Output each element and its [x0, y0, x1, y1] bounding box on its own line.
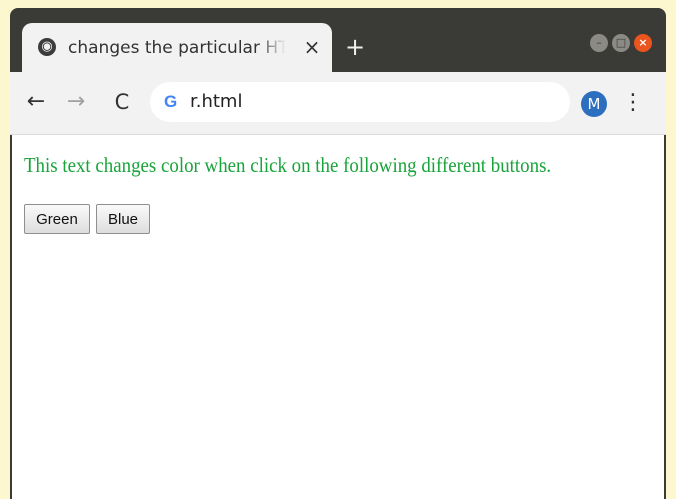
page-content: This text changes color when click on th…	[12, 135, 664, 499]
profile-avatar[interactable]: M	[581, 91, 607, 117]
browser-tab[interactable]: ◉ changes the particular HTML element co…	[22, 23, 332, 72]
google-g-icon: G	[164, 92, 178, 111]
tab-title-fade	[256, 35, 286, 61]
minimize-button[interactable]: –	[590, 34, 608, 52]
back-button[interactable]: ←	[22, 88, 50, 116]
new-tab-button[interactable]: +	[341, 33, 369, 61]
tab-title: changes the particular HTML element colo…	[68, 38, 286, 58]
url-text[interactable]: r.html	[190, 90, 242, 114]
browser-toolbar: ← → C G r.html M ⋮	[10, 72, 666, 134]
menu-icon[interactable]: ⋮	[622, 88, 644, 118]
tab-strip: ◉ changes the particular HTML element co…	[10, 8, 666, 72]
globe-icon: ◉	[38, 38, 56, 56]
address-bar[interactable]: G r.html	[150, 82, 570, 122]
green-button[interactable]: Green	[24, 204, 90, 234]
blue-button[interactable]: Blue	[96, 204, 150, 234]
color-paragraph: This text changes color when click on th…	[24, 153, 552, 177]
forward-button[interactable]: →	[62, 88, 90, 116]
close-window-button[interactable]: ×	[634, 34, 652, 52]
maximize-button[interactable]: □	[612, 34, 630, 52]
browser-window: ◉ changes the particular HTML element co…	[10, 8, 666, 499]
reload-button[interactable]: C	[108, 88, 136, 116]
tab-close-icon[interactable]: ×	[300, 34, 324, 60]
